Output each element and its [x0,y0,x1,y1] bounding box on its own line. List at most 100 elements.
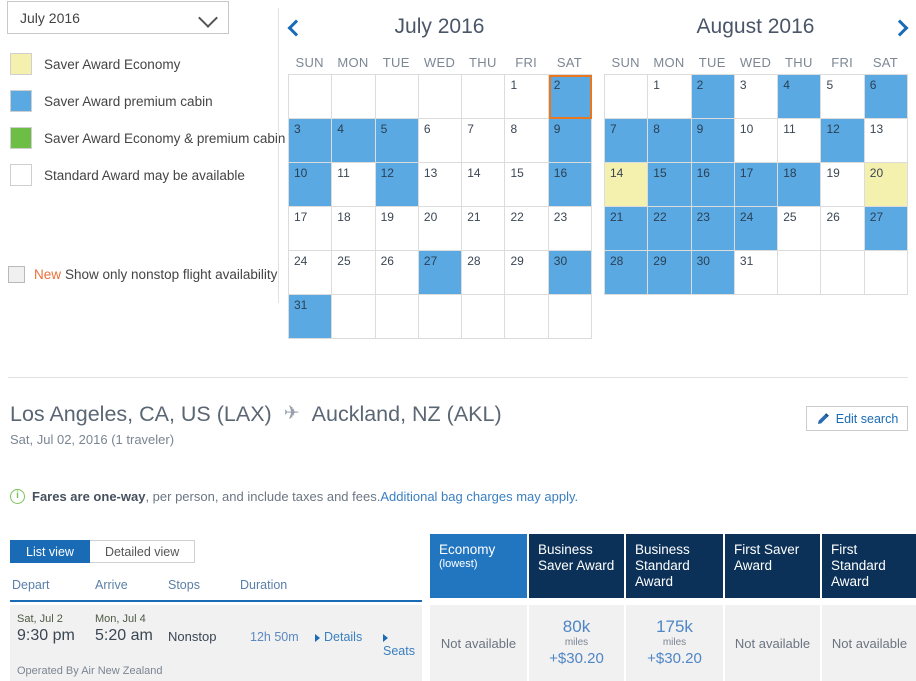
calendar-day[interactable]: 18 [778,163,822,207]
calendar-day[interactable]: 6 [864,75,909,119]
calendar-day[interactable]: 23 [548,207,593,251]
calendar-day[interactable]: 20 [864,163,909,207]
calendar-day[interactable]: 10 [289,163,333,207]
fare-column-title: First Saver Award [734,542,800,573]
calendar-day[interactable]: 7 [605,119,649,163]
fare-column: First Saver Award Not available [725,534,822,681]
calendar-day[interactable]: 19 [821,163,865,207]
calendar-july: July 2016 SUN MON TUE WED THU FRI SAT 12345678… [288,12,593,339]
calendar-day[interactable]: 15 [505,163,549,207]
calendar-day[interactable]: 20 [418,207,463,251]
column-header-depart[interactable]: Depart [12,578,50,592]
tab-detailed-view[interactable]: Detailed view [89,540,196,563]
calendar-day[interactable]: 11 [332,163,376,207]
fare-column: First Standard Award Not available [822,534,916,681]
calendar-day[interactable]: 2 [548,75,593,119]
calendar-day[interactable]: 27 [864,207,909,251]
calendar-day[interactable]: 5 [821,75,865,119]
traveler-count: (1 traveler) [111,432,175,447]
calendar-day[interactable]: 21 [462,207,506,251]
calendar-day[interactable]: 26 [821,207,865,251]
calendar-day[interactable]: 1 [505,75,549,119]
calendar-empty-cell [505,295,549,339]
calendar-day[interactable]: 11 [778,119,822,163]
fare-cell[interactable]: 80k miles +$30.20 [529,605,624,681]
calendar-day[interactable]: 13 [418,163,463,207]
calendar-day[interactable]: 24 [734,207,779,251]
calendar-day[interactable]: 3 [734,75,779,119]
route-date: Sat, Jul 02, 2016 [10,432,108,447]
calendar-day[interactable]: 31 [734,251,779,295]
calendar-day[interactable]: 1 [648,75,692,119]
calendar-day[interactable]: 15 [648,163,692,207]
calendar-day[interactable]: 17 [734,163,779,207]
edit-search-button[interactable]: Edit search [806,406,908,431]
calendar-day[interactable]: 17 [289,207,333,251]
calendar-july-dow: SUN MON TUE WED THU FRI SAT [288,52,592,74]
calendar-day[interactable]: 9 [548,119,593,163]
fare-column-header[interactable]: First Saver Award [725,534,820,598]
legend-swatch [10,164,32,186]
arrive-date: Mon, Jul 4 [95,613,146,625]
calendar-day[interactable]: 2 [691,75,735,119]
calendar-day[interactable]: 27 [418,251,463,295]
calendar-day[interactable]: 8 [648,119,692,163]
calendar-day[interactable]: 8 [505,119,549,163]
tab-list-view[interactable]: List view [10,540,90,563]
fare-column-header[interactable]: Business Standard Award [626,534,723,598]
dow-tue: TUE [382,55,410,70]
fare-cell[interactable]: 175k miles +$30.20 [626,605,723,681]
calendar-day[interactable]: 24 [289,251,333,295]
month-select[interactable]: July 2016 [7,1,229,34]
calendar-empty-cell [462,295,506,339]
calendar-day[interactable]: 13 [864,119,909,163]
nonstop-filter[interactable]: New Show only nonstop flight availability [8,266,277,283]
column-header-duration[interactable]: Duration [240,578,287,592]
calendar-day[interactable]: 29 [505,251,549,295]
seats-link[interactable]: Seats [383,630,422,658]
fare-column-header[interactable]: First Standard Award [822,534,916,598]
calendar-day[interactable]: 5 [375,119,419,163]
fare-column-title: First Standard Award [831,542,886,589]
calendar-day[interactable]: 12 [375,163,419,207]
calendar-day[interactable]: 16 [548,163,593,207]
calendar-day[interactable]: 30 [691,251,735,295]
calendar-day[interactable]: 22 [648,207,692,251]
calendar-day[interactable]: 25 [332,251,376,295]
calendar-day[interactable]: 6 [418,119,463,163]
calendar-august-dow: SUN MON TUE WED THU FRI SAT [604,52,908,74]
calendar-day[interactable]: 26 [375,251,419,295]
details-link[interactable]: Details [315,630,362,644]
calendar-day[interactable]: 19 [375,207,419,251]
fare-columns: Economy (lowest) Not available Business Sav… [430,534,916,681]
calendar-day[interactable]: 18 [332,207,376,251]
column-header-stops[interactable]: Stops [168,578,200,592]
calendar-day[interactable]: 12 [821,119,865,163]
calendar-day[interactable]: 30 [548,251,593,295]
calendar-day[interactable]: 3 [289,119,333,163]
calendar-day[interactable]: 31 [289,295,333,339]
calendar-empty-cell [778,251,822,295]
chevron-down-icon [198,7,220,29]
calendar-day[interactable]: 9 [691,119,735,163]
bag-charges-link[interactable]: Additional bag charges may apply. [380,489,578,504]
calendar-day[interactable]: 14 [462,163,506,207]
fare-column-header[interactable]: Economy (lowest) [430,534,527,598]
calendar-day[interactable]: 14 [605,163,649,207]
calendar-day[interactable]: 10 [734,119,779,163]
calendar-day[interactable]: 29 [648,251,692,295]
calendar-day[interactable]: 16 [691,163,735,207]
calendar-day[interactable]: 28 [605,251,649,295]
fare-column-title: Economy [439,542,496,557]
calendar-day[interactable]: 23 [691,207,735,251]
calendar-day[interactable]: 4 [332,119,376,163]
calendar-day[interactable]: 21 [605,207,649,251]
column-header-arrive[interactable]: Arrive [95,578,128,592]
calendar-day[interactable]: 22 [505,207,549,251]
calendar-day[interactable]: 4 [778,75,822,119]
nonstop-checkbox[interactable] [8,266,25,283]
calendar-day[interactable]: 25 [778,207,822,251]
calendar-day[interactable]: 28 [462,251,506,295]
calendar-day[interactable]: 7 [462,119,506,163]
fare-column-header[interactable]: Business Saver Award [529,534,624,598]
